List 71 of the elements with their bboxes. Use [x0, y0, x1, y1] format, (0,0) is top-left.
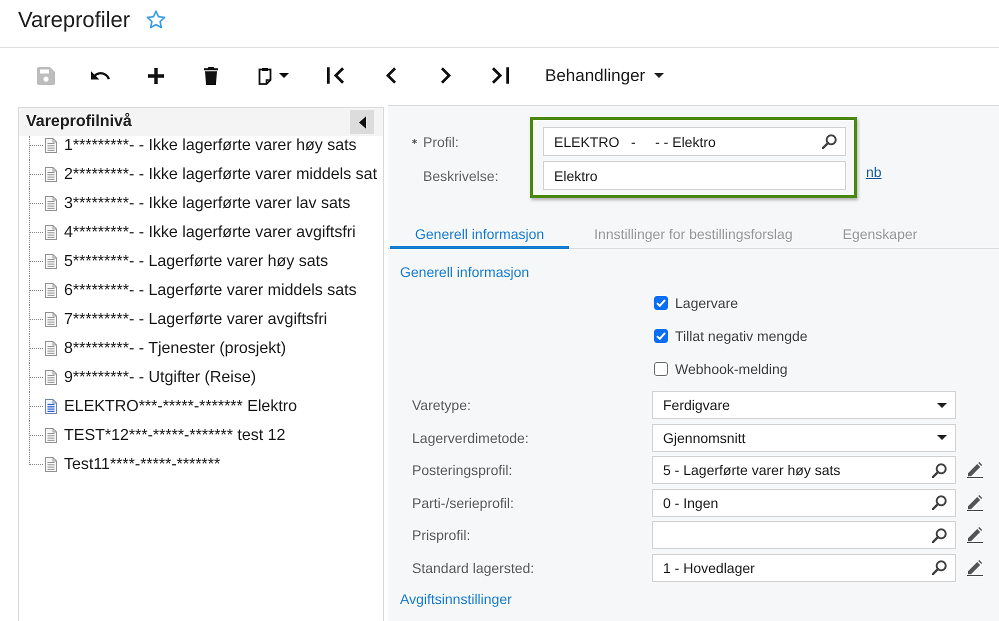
- lookup-field[interactable]: 5 - Lagerførte varer høy sats: [652, 456, 956, 484]
- tree-item[interactable]: 6*********- - Lagerførte varer middels sats: [45, 276, 357, 305]
- field-label: Prisprofil:: [412, 527, 472, 543]
- search-icon: [932, 528, 947, 542]
- checkbox-label: Lagervare: [675, 295, 738, 311]
- checkbox[interactable]: [654, 296, 668, 310]
- tree-item[interactable]: 5*********- - Lagerførte varer høy sats: [45, 247, 328, 276]
- trash-icon: [204, 66, 218, 84]
- field-label: Posteringsprofil:: [412, 462, 514, 478]
- tree-item[interactable]: TEST*12***-*****-******* test 12: [45, 421, 286, 450]
- chevron-right-icon: [440, 67, 450, 84]
- last-page-icon: [492, 67, 509, 84]
- tree-item[interactable]: 8*********- - Tjenester (prosjekt): [45, 334, 286, 363]
- pencil-icon: [967, 494, 983, 510]
- lookup-field[interactable]: [652, 521, 956, 549]
- search-icon: [822, 134, 837, 149]
- checkbox-label: Webhook-melding: [675, 361, 788, 377]
- panel-title: Vareprofilnivå: [26, 113, 132, 131]
- field-label: Varetype:: [412, 397, 472, 413]
- check-icon: [656, 299, 666, 307]
- caret-icon: [278, 73, 288, 78]
- check-icon: [656, 332, 666, 340]
- edit-button[interactable]: [967, 527, 983, 543]
- lookup-field[interactable]: 0 - Ingen: [652, 488, 956, 516]
- text-field[interactable]: Elektro: [543, 161, 846, 190]
- edit-button[interactable]: [967, 560, 983, 576]
- field-label: Profil:: [423, 134, 459, 150]
- undo-icon: [91, 71, 110, 80]
- chevron-left-icon: [386, 67, 396, 84]
- tab[interactable]: Generell informasjon: [390, 218, 570, 249]
- clipboard-icon: [258, 66, 272, 84]
- field-label: Parti-/serieprofil:: [412, 494, 515, 510]
- lookup-field[interactable]: 1 - Hovedlager: [652, 554, 956, 582]
- triangle-left-icon: [358, 116, 366, 128]
- tree-item[interactable]: 9*********- - Utgifter (Reise): [45, 363, 256, 392]
- pencil-icon: [967, 560, 983, 576]
- plus-icon: [148, 68, 164, 84]
- caret-icon: [937, 435, 947, 440]
- field-label: Standard lagersted:: [412, 560, 536, 576]
- dropdown-field[interactable]: Ferdigvare: [652, 391, 956, 419]
- pencil-icon: [967, 527, 983, 543]
- star-icon[interactable]: [146, 10, 166, 29]
- caret-icon: [937, 402, 947, 408]
- search-icon: [932, 462, 947, 478]
- search-icon: [932, 495, 947, 510]
- field-label: Beskrivelse:: [423, 168, 498, 184]
- tree-item[interactable]: Test11****-*****-*******: [45, 450, 220, 479]
- lookup-field[interactable]: ELEKTRO - - - Elektro: [543, 127, 846, 156]
- dropdown-field[interactable]: Gjennomsnitt: [652, 424, 956, 452]
- page-title: Vareprofiler: [18, 7, 130, 33]
- collapse-button[interactable]: [350, 110, 374, 134]
- tree-item[interactable]: 7*********- - Lagerførte varer avgiftsfri: [45, 305, 328, 334]
- search-icon: [932, 560, 947, 575]
- language-link[interactable]: nb: [866, 162, 882, 182]
- edit-button[interactable]: [967, 494, 983, 510]
- edit-button[interactable]: [967, 462, 983, 478]
- tree-item[interactable]: 4*********- - Ikke lagerførte varer avgiftsfri: [45, 218, 356, 247]
- actions-menu-button[interactable]: Behandlinger: [528, 58, 664, 94]
- checkbox[interactable]: [654, 329, 668, 343]
- checkbox-label: Tillat negativ mengde: [675, 328, 808, 344]
- tree-item[interactable]: 1*********- - Ikke lagerførte varer høy sats: [45, 131, 357, 160]
- section-heading: Avgiftsinnstillinger: [399, 590, 513, 609]
- field-label: Lagerverdimetode:: [412, 430, 530, 446]
- checkbox[interactable]: [654, 362, 668, 376]
- tree-item[interactable]: 2*********- - Ikke lagerførte varer middels sat: [45, 160, 378, 189]
- caret-icon: [654, 73, 664, 78]
- tree-item[interactable]: ELEKTRO***-*****-******* Elektro: [45, 392, 297, 421]
- section-heading: Generell informasjon: [399, 263, 530, 282]
- pencil-icon: [967, 462, 983, 478]
- tree-item[interactable]: 3*********- - Ikke lagerførte varer lav sats: [45, 189, 350, 218]
- first-page-icon: [327, 67, 344, 84]
